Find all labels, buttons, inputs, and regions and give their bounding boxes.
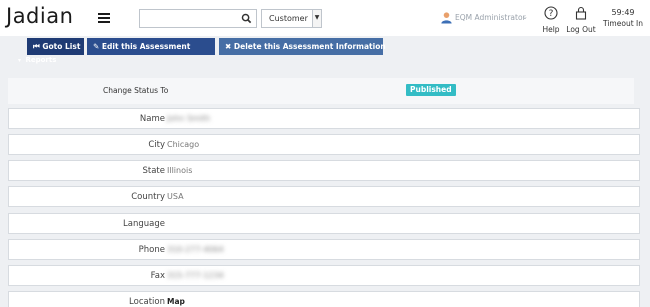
field-label: Fax bbox=[150, 271, 165, 281]
field-label: Name bbox=[139, 114, 165, 124]
field-row-phone: Phone 310-277-4064 bbox=[8, 239, 640, 260]
edit-assessment-label: Edit this Assessment bbox=[101, 42, 191, 51]
field-value: 310-277-4064 bbox=[167, 245, 224, 254]
goto-list-label: Goto List bbox=[42, 42, 81, 51]
status-row: Change Status To Published bbox=[8, 78, 634, 104]
caret-down-icon: ▾ bbox=[18, 57, 22, 64]
search-input[interactable] bbox=[139, 9, 257, 28]
chevron-down-icon[interactable]: ▼ bbox=[312, 10, 321, 27]
timeout-label: Timeout In bbox=[603, 19, 643, 28]
field-value: Chicago bbox=[167, 140, 200, 149]
timeout-time: 59:49 bbox=[611, 8, 635, 17]
logout-button[interactable]: Log Out bbox=[566, 6, 596, 34]
field-row-country: Country USA bbox=[8, 186, 640, 207]
change-status-label: Change Status To bbox=[103, 86, 169, 95]
map-link[interactable]: Map bbox=[167, 297, 185, 306]
logout-label: Log Out bbox=[566, 25, 596, 34]
status-badge[interactable]: Published bbox=[406, 84, 456, 96]
field-row-location: Location Map bbox=[8, 291, 640, 307]
entity-select-value: Customer bbox=[269, 14, 308, 23]
field-value: 315-777-1234 bbox=[167, 271, 224, 280]
help-button[interactable]: ? Help bbox=[541, 6, 561, 34]
help-label: Help bbox=[542, 25, 560, 34]
user-name: EQM Administrator bbox=[455, 13, 526, 22]
field-label: State bbox=[142, 166, 166, 176]
field-row-name: Name John Smith bbox=[8, 108, 640, 129]
field-value: John Smith bbox=[167, 114, 211, 123]
field-label: Location bbox=[129, 297, 165, 307]
help-icon: ? bbox=[544, 6, 558, 20]
field-row-city: City Chicago bbox=[8, 134, 640, 155]
field-row-fax: Fax 315-777-1234 bbox=[8, 265, 640, 286]
field-label: City bbox=[148, 140, 165, 150]
edit-icon: ✎ bbox=[93, 42, 100, 51]
field-label: Language bbox=[123, 219, 165, 229]
lock-icon bbox=[575, 6, 587, 20]
field-value: Illinois bbox=[167, 166, 193, 175]
search-icon[interactable] bbox=[241, 13, 252, 24]
field-label: Country bbox=[131, 192, 165, 202]
menu-icon[interactable] bbox=[98, 13, 110, 23]
field-row-language: Language bbox=[8, 213, 640, 234]
edit-assessment-button[interactable]: ✎ Edit this Assessment bbox=[87, 38, 215, 55]
app-header: Jadian Customer ▼ EQM Administrator ⌄ ? … bbox=[0, 0, 650, 36]
field-row-state: State Illinois bbox=[8, 160, 640, 181]
skip-back-icon: ⏮ bbox=[33, 42, 40, 51]
app-logo[interactable]: Jadian bbox=[6, 4, 73, 28]
delete-assessment-label: Delete this Assessment Information bbox=[233, 42, 386, 51]
reports-label: Reports bbox=[25, 56, 57, 64]
entity-select[interactable]: Customer ▼ bbox=[261, 9, 322, 28]
reports-toggle[interactable]: ▾ Reports bbox=[18, 56, 56, 64]
chevron-down-icon: ⌄ bbox=[522, 13, 528, 21]
field-value: USA bbox=[167, 192, 184, 201]
user-avatar-icon bbox=[441, 12, 452, 24]
session-timeout: 59:49 Timeout In bbox=[603, 6, 643, 28]
delete-assessment-button[interactable]: ✖ Delete this Assessment Information bbox=[219, 38, 386, 55]
close-icon: ✖ bbox=[225, 42, 232, 51]
field-label: Phone bbox=[138, 245, 165, 255]
svg-text:?: ? bbox=[549, 9, 554, 19]
goto-list-button[interactable]: ⏮ Goto List bbox=[27, 38, 84, 55]
